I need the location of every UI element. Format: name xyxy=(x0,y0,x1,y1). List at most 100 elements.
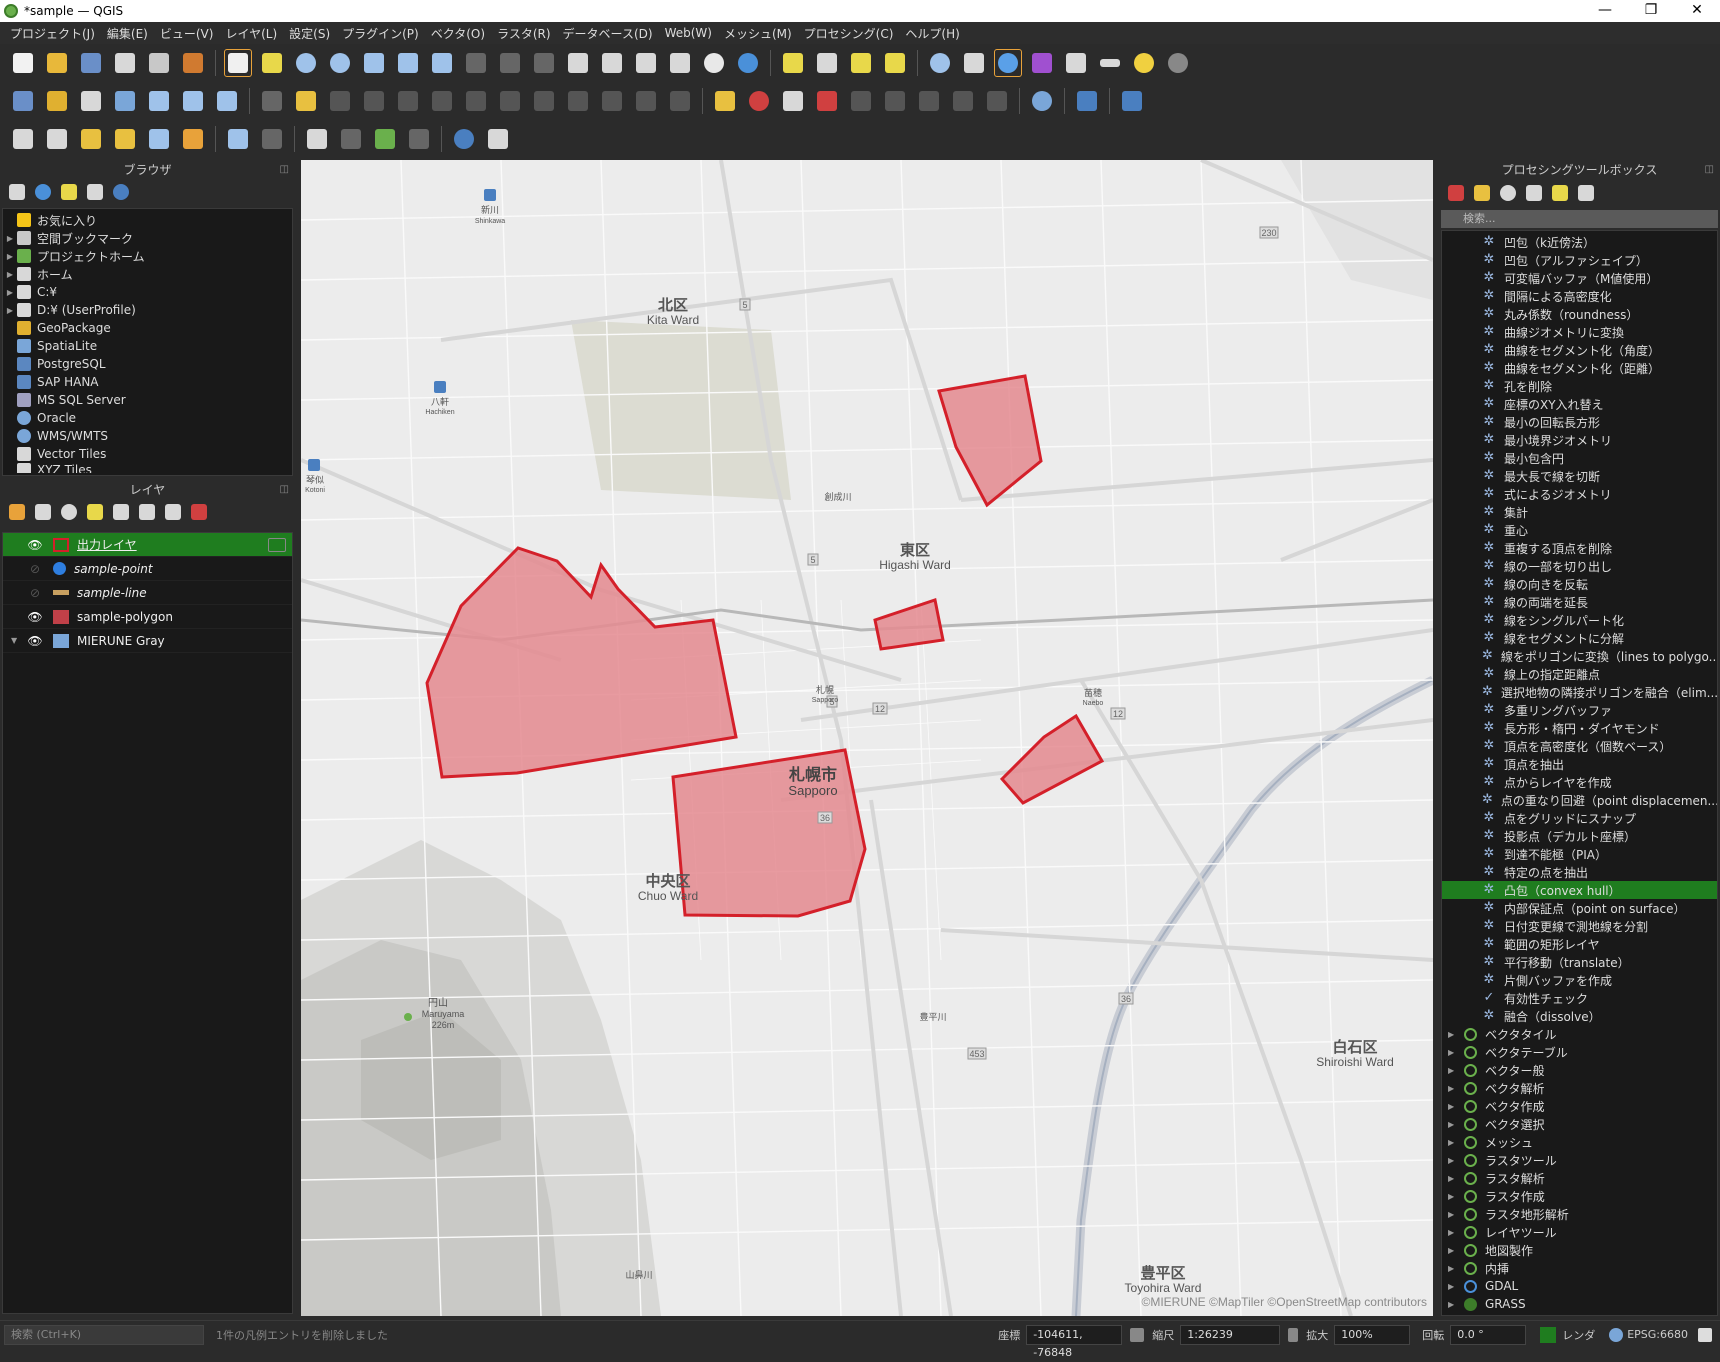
tool-item[interactable]: ✲ 点をグリッドにスナップ xyxy=(1442,809,1717,827)
style-panel-icon[interactable] xyxy=(9,504,25,520)
tool-item[interactable]: ✲ 日付変更線で測地線を分割 xyxy=(1442,917,1717,935)
zoom-native-icon[interactable] xyxy=(462,49,490,77)
show-bookmarks-icon[interactable] xyxy=(598,49,626,77)
menu-project[interactable]: プロジェクト(J) xyxy=(4,25,101,42)
scale-field[interactable]: 1:26239 xyxy=(1180,1324,1281,1345)
pin-label-icon[interactable] xyxy=(813,87,841,115)
settings-gear-icon[interactable] xyxy=(1164,49,1192,77)
refresh-icon[interactable] xyxy=(734,49,762,77)
browser-item-mssql[interactable]: MS SQL Server xyxy=(3,391,292,409)
models-icon[interactable] xyxy=(1448,185,1464,201)
browser-item-c-drive[interactable]: ▶ C:¥ xyxy=(3,283,292,301)
toolbox-group[interactable]: ▶ ベクタテーブル xyxy=(1442,1043,1717,1061)
toggle-extents-icon[interactable] xyxy=(1130,1327,1145,1342)
panel-close-icon[interactable]: ◫ xyxy=(1705,160,1714,180)
new-project-icon[interactable] xyxy=(9,49,37,77)
plugin-tool-4-icon[interactable] xyxy=(111,125,139,153)
layout-manager-icon[interactable] xyxy=(145,49,173,77)
tool-item[interactable]: ✲ 片側バッファを作成 xyxy=(1442,971,1717,989)
digitize-icon[interactable] xyxy=(360,87,388,115)
plugin-tool-2-icon[interactable] xyxy=(43,125,71,153)
layer-indicator-icon[interactable] xyxy=(268,537,286,552)
eye-visible-icon[interactable]: 👁 xyxy=(25,538,45,552)
menu-edit[interactable]: 編集(E) xyxy=(101,25,154,42)
map-tips-icon[interactable] xyxy=(1130,49,1158,77)
eye-visible-icon[interactable]: 👁 xyxy=(25,634,45,648)
menu-processing[interactable]: プロセシング(C) xyxy=(798,25,900,42)
deselect-all-icon[interactable] xyxy=(847,49,875,77)
browser-item-bookmarks[interactable]: ▶ 空間ブックマーク xyxy=(3,229,292,247)
crs-globe-icon[interactable] xyxy=(1609,1327,1624,1342)
open-attribute-table-icon[interactable] xyxy=(1062,49,1090,77)
new-geopackage-layer-icon[interactable] xyxy=(43,87,71,115)
toolbox-group[interactable]: ▶ 内挿 xyxy=(1442,1259,1717,1277)
save-edits-icon[interactable] xyxy=(326,87,354,115)
tool-item[interactable]: ✲ 最大長で線を切断 xyxy=(1442,467,1717,485)
tool-item[interactable]: ✲ 凹包（k近傍法） xyxy=(1442,233,1717,251)
tool-item[interactable]: ✲ 重心 xyxy=(1442,521,1717,539)
close-button[interactable]: ✕ xyxy=(1674,0,1720,22)
locator-search-input[interactable]: 検索 (Ctrl+K) xyxy=(4,1324,204,1345)
edit-pencil-icon[interactable] xyxy=(258,87,286,115)
statistical-summary-icon[interactable] xyxy=(1028,49,1056,77)
map-canvas[interactable]: 5 5 5 12 12 36 36 453 230 北区 Kita Ward 東… xyxy=(301,160,1433,1316)
toolbox-search-input[interactable]: 検索... xyxy=(1441,210,1718,228)
add-group-icon[interactable] xyxy=(35,504,51,520)
tool-item[interactable]: ✲ 間隔による高密度化 xyxy=(1442,287,1717,305)
plugin-globe-icon[interactable] xyxy=(1028,87,1056,115)
toolbox-toggle-icon[interactable] xyxy=(994,49,1022,77)
tool-item[interactable]: ✓ 有効性チェック xyxy=(1442,989,1717,1007)
lock-scale-icon[interactable] xyxy=(1288,1327,1299,1342)
browser-item-spatialite[interactable]: SpatiaLite xyxy=(3,337,292,355)
zoom-last-icon[interactable] xyxy=(496,49,524,77)
edit-features-in-place-icon[interactable] xyxy=(1552,185,1568,201)
layer-item-sample-point[interactable]: ⊘ sample-point xyxy=(3,557,292,581)
toolbox-group[interactable]: ▶ ラスタ作成 xyxy=(1442,1187,1717,1205)
toolbox-group[interactable]: ▶ メッシュ xyxy=(1442,1133,1717,1151)
zoom-in-icon[interactable] xyxy=(292,49,320,77)
toolbox-group[interactable]: ▶ 地図製作 xyxy=(1442,1241,1717,1259)
tool-item[interactable]: ✲ 頂点を高密度化（個数ベース） xyxy=(1442,737,1717,755)
tool-item[interactable]: ✲ 内部保証点（point on surface） xyxy=(1442,899,1717,917)
add-selected-layers-icon[interactable] xyxy=(9,184,25,200)
eye-visible-icon[interactable]: 👁 xyxy=(25,610,45,624)
identify-features-icon[interactable] xyxy=(926,49,954,77)
new-spatialite-icon[interactable] xyxy=(111,87,139,115)
zoom-next-icon[interactable] xyxy=(530,49,558,77)
plugin-tool-8-icon[interactable] xyxy=(258,125,286,153)
browser-item-geopackage[interactable]: GeoPackage xyxy=(3,319,292,337)
eye-hidden-icon[interactable]: ⊘ xyxy=(25,586,45,600)
style-manager-icon[interactable] xyxy=(179,49,207,77)
panel-close-icon[interactable]: ◫ xyxy=(280,480,289,500)
tool-item[interactable]: ✲ 最小境界ジオメトリ xyxy=(1442,431,1717,449)
menu-view[interactable]: ビュー(V) xyxy=(154,25,220,42)
help-icon[interactable] xyxy=(1118,87,1146,115)
toolbox-group[interactable]: ▶ ラスタ解析 xyxy=(1442,1169,1717,1187)
undo-icon[interactable] xyxy=(632,87,660,115)
tool-item-selected[interactable]: ✲ 凸包（convex hull） xyxy=(1442,881,1717,899)
menu-layer[interactable]: レイヤ(L) xyxy=(219,25,283,42)
tool-item[interactable]: ✲ 平行移動（translate） xyxy=(1442,953,1717,971)
tool-item[interactable]: ✲ 凹包（アルファシェイプ） xyxy=(1442,251,1717,269)
refresh-icon[interactable] xyxy=(35,184,51,200)
plugin-tool-3-icon[interactable] xyxy=(77,125,105,153)
history-icon[interactable] xyxy=(1500,185,1516,201)
tool-item[interactable]: ✲ 投影点（デカルト座標） xyxy=(1442,827,1717,845)
panel-close-icon[interactable]: ◫ xyxy=(280,160,289,180)
menu-vector[interactable]: ベクタ(O) xyxy=(425,25,491,42)
browser-item-wms[interactable]: WMS/WMTS xyxy=(3,427,292,445)
messages-icon[interactable] xyxy=(1698,1327,1712,1342)
plugin-tool-7-icon[interactable] xyxy=(224,125,252,153)
toolbox-group[interactable]: ▶ ラスタ地形解析 xyxy=(1442,1205,1717,1223)
toolbox-group[interactable]: ▶ ベクター般 xyxy=(1442,1061,1717,1079)
tool-item[interactable]: ✲ 線をセグメントに分解 xyxy=(1442,629,1717,647)
rotate-label-icon[interactable] xyxy=(915,87,943,115)
open-project-icon[interactable] xyxy=(43,49,71,77)
tool-item[interactable]: ✲ 線の向きを反転 xyxy=(1442,575,1717,593)
browser-item-xyz-tiles[interactable]: XYZ Tiles xyxy=(3,463,292,473)
vertex-tool-icon[interactable] xyxy=(428,87,456,115)
crs-status-button[interactable]: EPSG:6680 xyxy=(1627,1328,1688,1341)
menu-mesh[interactable]: メッシュ(M) xyxy=(718,25,798,42)
filter-legend-icon[interactable] xyxy=(87,504,103,520)
tool-item[interactable]: ✲ 頂点を抽出 xyxy=(1442,755,1717,773)
